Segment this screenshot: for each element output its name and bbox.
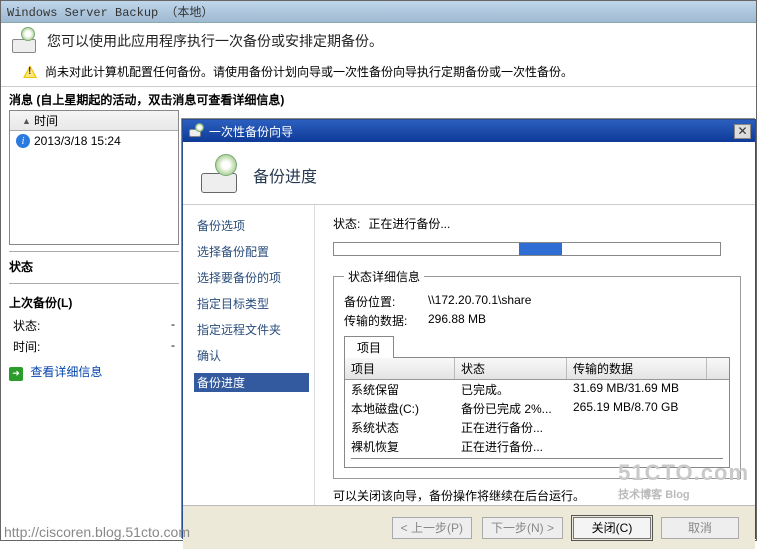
prev-button: < 上一步(P) <box>392 517 472 539</box>
dialog-button-row: < 上一步(P) 下一步(N) > 关闭(C) 取消 <box>183 505 755 549</box>
dialog-title-icon <box>189 123 205 139</box>
grid-head-cell[interactable]: 传输的数据 <box>567 358 707 379</box>
progress-status-value: 正在进行备份... <box>368 215 450 232</box>
cancel-button: 取消 <box>661 517 739 539</box>
details-arrow-icon: ➜ <box>9 367 23 381</box>
dialog-title: 一次性备份向导 <box>209 123 293 140</box>
message-time: 2013/3/18 15:24 <box>34 134 121 148</box>
view-details-link[interactable]: 查看详细信息 <box>30 365 102 379</box>
backup-disk-icon <box>11 27 39 55</box>
warning-text: 尚未对此计算机配置任何备份。请使用备份计划向导或一次性备份向导执行定期备份或一次… <box>45 63 573 80</box>
app-header: 您可以使用此应用程序执行一次备份或安排定期备份。 <box>1 23 756 61</box>
grid-row[interactable]: 本地磁盘(C:)备份已完成 2%...265.19 MB/8.70 GB <box>345 399 729 418</box>
dialog-close-button[interactable]: ✕ <box>734 124 751 139</box>
messages-panel: 时间 i 2013/3/18 15:24 <box>9 110 179 245</box>
wizard-step[interactable]: 选择备份配置 <box>197 243 306 260</box>
warning-row: ! 尚未对此计算机配置任何备份。请使用备份计划向导或一次性备份向导执行定期备份或… <box>1 61 756 87</box>
dialog-hero-icon <box>199 154 241 196</box>
wizard-step[interactable]: 确认 <box>197 347 306 364</box>
transfer-label: 传输的数据: <box>344 312 424 329</box>
next-button: 下一步(N) > <box>482 517 563 539</box>
loc-value: \\172.20.70.1\share <box>428 293 531 310</box>
items-tab[interactable]: 项目 <box>344 336 394 358</box>
progress-bar-track <box>333 242 721 256</box>
status-details-legend: 状态详细信息 <box>344 268 424 285</box>
wizard-step[interactable]: 选择要备份的项 <box>197 269 306 286</box>
info-icon: i <box>16 134 30 148</box>
wizard-step[interactable]: 备份选项 <box>197 217 306 234</box>
last-backup-heading: 上次备份(L) <box>9 288 179 315</box>
grid-head-cell[interactable]: 项目 <box>345 358 455 379</box>
wizard-step[interactable]: 指定目标类型 <box>197 295 306 312</box>
messages-column-time[interactable]: 时间 <box>10 111 178 131</box>
status-heading: 状态 <box>9 256 179 277</box>
status-time-label: 时间: <box>13 338 40 355</box>
transfer-value: 296.88 MB <box>428 312 486 329</box>
app-subtitle: 您可以使用此应用程序执行一次备份或安排定期备份。 <box>47 31 383 51</box>
status-time-value: - <box>171 338 175 355</box>
wizard-steps: 备份选项选择备份配置选择要备份的项指定目标类型指定远程文件夹确认备份进度 <box>183 205 315 505</box>
wizard-step[interactable]: 指定远程文件夹 <box>197 321 306 338</box>
grid-row[interactable]: 系统状态正在进行备份... <box>345 418 729 437</box>
dialog-heading: 备份进度 <box>253 163 317 187</box>
watermark-url: http://ciscoren.blog.51cto.com <box>4 524 190 540</box>
wizard-step: 备份进度 <box>194 373 309 392</box>
grid-row[interactable]: 系统保留已完成。31.69 MB/31.69 MB <box>345 380 729 399</box>
messages-heading: 消息 (自上星期起的活动，双击消息可查看详细信息) <box>1 87 756 110</box>
dialog-title-bar[interactable]: 一次性备份向导 ✕ <box>183 120 755 142</box>
status-state-value: - <box>171 317 175 334</box>
progress-bar-fill <box>519 243 561 255</box>
window-title-bar: Windows Server Backup （本地） <box>1 1 756 23</box>
progress-status-label: 状态: <box>333 215 360 232</box>
grid-row[interactable]: 裸机恢复正在进行备份... <box>345 437 729 456</box>
close-button[interactable]: 关闭(C) <box>573 517 651 539</box>
warning-icon: ! <box>23 65 39 79</box>
message-row[interactable]: i 2013/3/18 15:24 <box>10 131 178 151</box>
status-state-label: 状态: <box>13 317 40 334</box>
loc-label: 备份位置: <box>344 293 424 310</box>
window-title: Windows Server Backup （本地） <box>7 3 213 20</box>
grid-head-cell[interactable]: 状态 <box>455 358 567 379</box>
status-details-group: 状态详细信息 备份位置: \\172.20.70.1\share 传输的数据: … <box>333 268 741 479</box>
watermark-brand: 51CTO.com 技术博客 Blog <box>618 460 749 502</box>
items-grid: 项目状态传输的数据 系统保留已完成。31.69 MB/31.69 MB本地磁盘(… <box>344 358 730 468</box>
